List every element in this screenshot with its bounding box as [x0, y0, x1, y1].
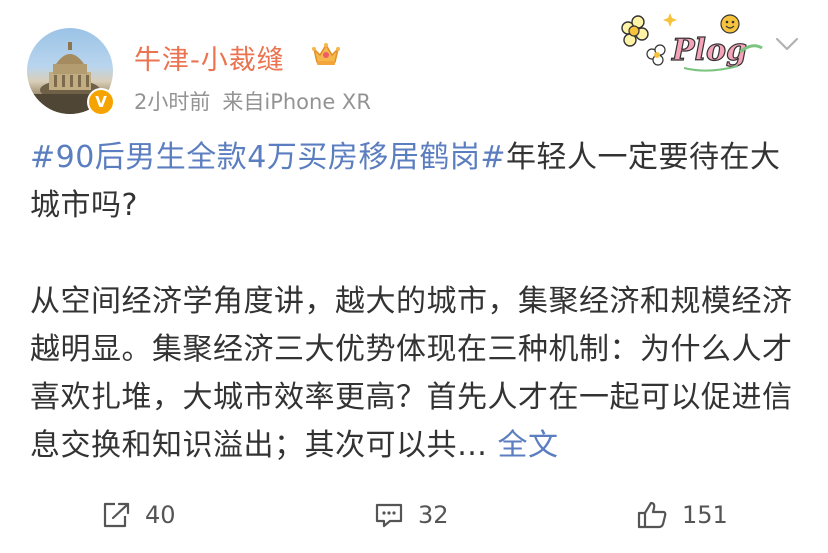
post-source: 来自iPhone XR: [222, 90, 371, 114]
post-body: 从空间经济学角度讲，越大的城市，集聚经济和规模经济越明显。集聚经济三大优势体现在…: [30, 284, 793, 463]
comment-icon: [375, 503, 403, 528]
repost-count: 40: [145, 501, 176, 529]
verified-badge-icon: V: [87, 88, 115, 116]
comment-button[interactable]: 32: [374, 490, 449, 540]
post-content: #90后男生全款4万买房移居鹤岗#年轻人一定要待在大城市吗? 从空间经济学角度讲…: [30, 134, 810, 470]
topic-link[interactable]: #90后男生全款4万买房移居鹤岗#: [30, 140, 506, 175]
avatar[interactable]: V: [27, 28, 115, 116]
post-headline: #90后男生全款4万买房移居鹤岗#年轻人一定要待在大城市吗?: [30, 134, 810, 230]
repost-button[interactable]: 40: [101, 490, 176, 540]
post-time: 2小时前: [134, 90, 211, 114]
chevron-down-icon[interactable]: [774, 35, 800, 53]
flower-icon: [621, 15, 666, 66]
like-button[interactable]: 151: [636, 490, 728, 540]
plog-sticker-icon: Plog: [621, 13, 763, 72]
weibo-post-card: V 牛津-小裁缝 2小时前 来自iPhone XR Plog #90后男生全款4…: [0, 0, 828, 553]
like-count: 151: [682, 501, 728, 529]
repost-icon: [103, 502, 130, 528]
post-meta: 2小时前 来自iPhone XR: [134, 86, 371, 116]
thumbs-up-icon: [637, 501, 667, 529]
crown-icon: [312, 43, 340, 65]
action-bar: 40 32 151: [0, 490, 828, 540]
username[interactable]: 牛津-小裁缝: [134, 38, 285, 77]
full-text-link[interactable]: 全文: [498, 428, 559, 463]
comment-count: 32: [418, 501, 449, 529]
sticker-text: Plog: [671, 33, 747, 68]
post-paragraph: 从空间经济学角度讲，越大的城市，集聚经济和规模经济越明显。集聚经济三大优势体现在…: [30, 278, 810, 470]
